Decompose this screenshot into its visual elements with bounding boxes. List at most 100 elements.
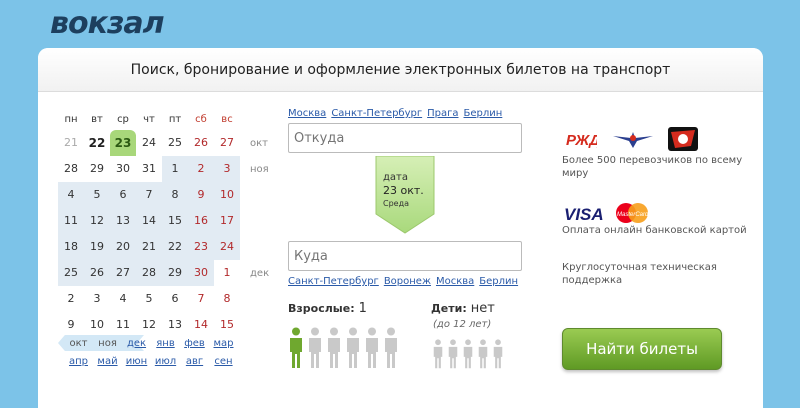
from-quick-links: Москва Санкт-Петербург Прага Берлин [288,108,507,119]
page-title: Поиск, бронирование и оформление электро… [38,48,763,92]
to-input[interactable] [288,241,522,271]
calendar-day[interactable]: 28 [136,260,162,286]
calendar-month-label: окт [250,137,268,149]
calendar-day[interactable]: 21 [136,234,162,260]
calendar-day[interactable]: 6 [110,182,136,208]
from-quick-link[interactable]: Прага [427,108,458,119]
support-info: Круглосуточная техническая поддержка [562,262,717,286]
selected-date-tag[interactable]: дата 23 окт. Среда [374,156,436,234]
calendar-day[interactable]: 14 [136,208,162,234]
calendar-day[interactable]: 28 [58,156,84,182]
from-quick-link[interactable]: Москва [288,108,326,119]
calendar-day[interactable]: 27 [110,260,136,286]
calendar-day[interactable]: 10 [214,182,240,208]
month-link-авг[interactable]: авг [180,356,209,367]
adult-person-icon[interactable] [326,327,342,373]
calendar-day[interactable]: 25 [162,130,188,156]
adult-person-icon[interactable] [307,327,323,373]
month-selector: окт ноя дек янв фев мар апр май июн июл авг сен [58,334,244,370]
calendar-day[interactable]: 8 [162,182,188,208]
calendar-day[interactable]: 1 [162,156,188,182]
calendar-days: 21 22 23 24 25 26 27 окт 28 29 30 31 1 2 3 ноя 4 5 6 7 8 9 10 1… [58,130,269,338]
calendar-day[interactable]: 18 [58,234,84,260]
calendar-day[interactable]: 21 [58,130,84,156]
to-quick-links: Санкт-Петербург Воронеж Москва Берлин [288,276,523,287]
weekday-вс: вс [221,114,233,125]
calendar-day[interactable]: 7 [188,286,214,312]
calendar-day[interactable]: 19 [84,234,110,260]
weekday-пт: пт [168,114,182,125]
calendar-day[interactable]: 3 [214,156,240,182]
month-link-апр[interactable]: апр [64,356,93,367]
to-quick-link[interactable]: Санкт-Петербург [288,276,379,287]
calendar-day[interactable]: 7 [136,182,162,208]
calendar-day[interactable]: 23 [188,234,214,260]
child-person-icon[interactable] [492,339,504,373]
children-label-text: Дети: [431,302,467,315]
calendar-day[interactable]: 22 [84,130,110,156]
calendar-day[interactable]: 8 [214,286,240,312]
calendar-day[interactable]: 25 [58,260,84,286]
calendar-day[interactable]: 29 [162,260,188,286]
month-link-мар[interactable]: мар [209,338,238,349]
calendar-day[interactable]: 27 [214,130,240,156]
calendar-day[interactable]: 26 [84,260,110,286]
adult-person-icon[interactable] [288,327,304,373]
month-link-сен[interactable]: сен [209,356,238,367]
calendar-day[interactable]: 2 [58,286,84,312]
calendar-day[interactable]: 9 [188,182,214,208]
adult-person-icon[interactable] [345,327,361,373]
calendar-day[interactable]: 12 [84,208,110,234]
month-link-янв[interactable]: янв [151,338,180,349]
month-link-ноя[interactable]: ноя [93,338,122,349]
calendar-day[interactable]: 15 [162,208,188,234]
calendar-day[interactable]: 3 [84,286,110,312]
calendar-day[interactable]: 17 [214,208,240,234]
from-quick-link[interactable]: Санкт-Петербург [331,108,422,119]
month-link-июл[interactable]: июл [151,356,180,367]
calendar-day[interactable]: 29 [84,156,110,182]
calendar: пн вт ср чт пт сб вс 21 22 23 24 25 26 27 окт 28 29 30 31… [58,110,269,338]
calendar-day-selected[interactable]: 23 [110,130,136,156]
calendar-day[interactable]: 1 [214,260,240,286]
month-link-окт[interactable]: окт [64,338,93,349]
month-link-дек[interactable]: дек [122,338,151,349]
adult-person-icon[interactable] [364,327,380,373]
child-person-icon[interactable] [462,339,474,373]
calendar-day[interactable]: 24 [136,130,162,156]
calendar-day[interactable]: 6 [162,286,188,312]
calendar-day[interactable]: 30 [110,156,136,182]
calendar-day[interactable]: 30 [188,260,214,286]
find-tickets-button[interactable]: Найти билеты [562,328,722,370]
calendar-day[interactable]: 4 [110,286,136,312]
from-input[interactable] [288,123,522,153]
site-logo[interactable]: вокзал [50,6,165,41]
weekday-пн: пн [64,114,78,125]
payment-logos: VISA MasterCard [562,202,650,224]
calendar-day[interactable]: 5 [136,286,162,312]
child-person-icon[interactable] [432,339,444,373]
month-link-июн[interactable]: июн [122,356,151,367]
calendar-day[interactable]: 20 [110,234,136,260]
calendar-day[interactable]: 24 [214,234,240,260]
date-weekday: Среда [383,199,410,208]
to-quick-link[interactable]: Берлин [479,276,518,287]
to-quick-link[interactable]: Москва [436,276,474,287]
month-link-фев[interactable]: фев [180,338,209,349]
calendar-day[interactable]: 22 [162,234,188,260]
calendar-day[interactable]: 13 [110,208,136,234]
month-link-май[interactable]: май [93,356,122,367]
child-person-icon[interactable] [477,339,489,373]
child-person-icon[interactable] [447,339,459,373]
calendar-day[interactable]: 16 [188,208,214,234]
calendar-day[interactable]: 11 [58,208,84,234]
calendar-day[interactable]: 26 [188,130,214,156]
calendar-day[interactable]: 31 [136,156,162,182]
calendar-day[interactable]: 5 [84,182,110,208]
adult-person-icon[interactable] [383,327,399,373]
calendar-week: 28 29 30 31 1 2 3 ноя [58,156,269,182]
to-quick-link[interactable]: Воронеж [384,276,431,287]
calendar-day[interactable]: 4 [58,182,84,208]
calendar-day[interactable]: 2 [188,156,214,182]
from-quick-link[interactable]: Берлин [464,108,503,119]
